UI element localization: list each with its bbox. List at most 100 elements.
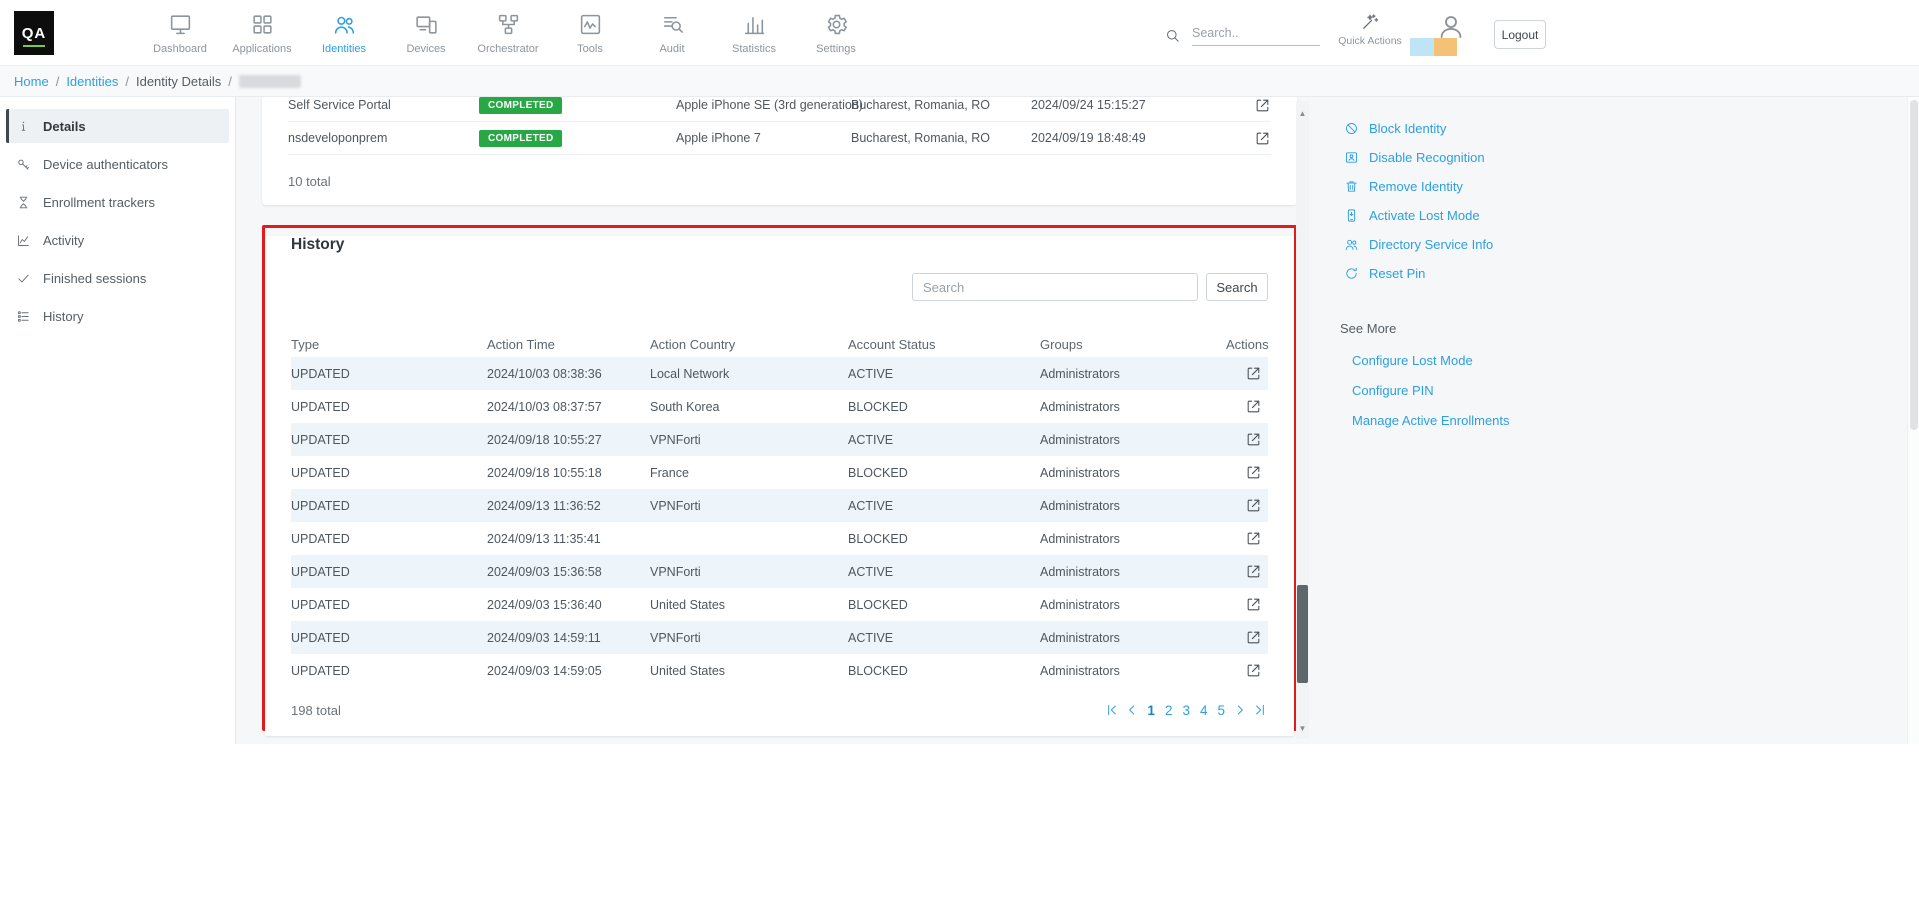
cell-groups: Administrators <box>1040 499 1226 513</box>
link-manage-active-enrollments[interactable]: Manage Active Enrollments <box>1330 405 1907 435</box>
open-detail-icon[interactable] <box>1245 398 1262 415</box>
cell-groups: Administrators <box>1040 466 1226 480</box>
search-icon[interactable] <box>1164 27 1181 44</box>
nav-item-tools[interactable]: Tools <box>549 0 631 66</box>
nav-item-devices[interactable]: Devices <box>385 0 467 66</box>
nav-item-applications[interactable]: Applications <box>221 0 303 66</box>
action-disable-recognition[interactable]: Disable Recognition <box>1330 143 1907 172</box>
sessions-total: 10 total <box>288 174 1297 189</box>
history-column-actions: Actions <box>1226 337 1277 352</box>
sidebar-item-activity[interactable]: Activity <box>6 223 229 257</box>
pagination-prev-icon[interactable] <box>1124 702 1140 718</box>
theme-color-indicator <box>1410 38 1457 56</box>
action-directory-service-info[interactable]: Directory Service Info <box>1330 230 1907 259</box>
left-sidebar: Details Device authenticators Enrollment… <box>0 97 236 744</box>
page-scrollbar[interactable] <box>1907 66 1919 744</box>
action-label: Activate Lost Mode <box>1369 208 1480 223</box>
cell-groups: Administrators <box>1040 664 1226 678</box>
breadcrumb: Home/Identities/Identity Details/ <box>0 66 1919 97</box>
breadcrumb-separator: / <box>125 74 129 89</box>
pagination-first-icon[interactable] <box>1104 702 1120 718</box>
indicator-orange-block <box>1434 38 1458 56</box>
cell-groups: Administrators <box>1040 565 1226 579</box>
nav-item-identities[interactable]: Identities <box>303 0 385 66</box>
scroll-down-icon[interactable]: ▼ <box>1296 724 1309 733</box>
cell-action-country: VPNForti <box>650 565 848 579</box>
audit-icon <box>660 12 685 37</box>
action-block-identity[interactable]: Block Identity <box>1330 114 1907 143</box>
sidebar-item-history[interactable]: History <box>6 299 229 333</box>
open-detail-icon[interactable] <box>1245 497 1262 514</box>
session-time: 2024/09/24 15:15:27 <box>1031 98 1231 112</box>
pagination-next-icon[interactable] <box>1232 702 1248 718</box>
history-search-button[interactable]: Search <box>1206 273 1268 301</box>
see-more-label: See More <box>1340 321 1907 336</box>
pagination-page-1[interactable]: 1 <box>1147 703 1155 718</box>
refresh-icon <box>1344 266 1359 281</box>
session-device: Apple iPhone SE (3rd generation) <box>676 98 851 112</box>
sidebar-item-details[interactable]: Details <box>6 109 229 143</box>
cell-groups: Administrators <box>1040 532 1226 546</box>
sidebar-item-finished-sessions[interactable]: Finished sessions <box>6 261 229 295</box>
cell-account-status: ACTIVE <box>848 565 1040 579</box>
open-detail-icon[interactable] <box>1245 464 1262 481</box>
top-nav: Dashboard Applications Identities Device… <box>139 0 877 66</box>
cell-type: UPDATED <box>291 466 487 480</box>
phone-icon <box>1344 208 1359 223</box>
open-detail-icon[interactable] <box>1254 130 1271 147</box>
open-detail-icon[interactable] <box>1245 596 1262 613</box>
history-search-input[interactable] <box>912 273 1198 301</box>
main-scrollbar[interactable]: ▲ ▼ <box>1296 101 1309 739</box>
sidebar-item-label: Details <box>43 119 86 134</box>
open-detail-icon[interactable] <box>1245 365 1262 382</box>
open-detail-icon[interactable] <box>1245 629 1262 646</box>
nav-item-orchestrator[interactable]: Orchestrator <box>467 0 549 66</box>
pagination-page-2[interactable]: 2 <box>1165 703 1173 718</box>
annotation-rectangle: History Search TypeAction TimeAction Cou… <box>262 225 1297 731</box>
pagination-last-icon[interactable] <box>1252 702 1268 718</box>
link-configure-lost-mode[interactable]: Configure Lost Mode <box>1330 345 1907 375</box>
pagination-page-4[interactable]: 4 <box>1200 703 1208 718</box>
scrollbar-thumb[interactable] <box>1297 585 1308 683</box>
sidebar-item-enrollment-trackers[interactable]: Enrollment trackers <box>6 185 229 219</box>
nav-label: Tools <box>577 43 603 55</box>
cell-groups: Administrators <box>1040 400 1226 414</box>
cell-action-time: 2024/09/13 11:35:41 <box>487 532 650 546</box>
app-logo[interactable]: QA <box>14 11 54 55</box>
quick-actions-button[interactable]: Quick Actions <box>1336 10 1404 47</box>
nav-item-settings[interactable]: Settings <box>795 0 877 66</box>
open-detail-icon[interactable] <box>1245 431 1262 448</box>
scroll-up-icon[interactable]: ▲ <box>1296 109 1309 118</box>
history-column-action-country: Action Country <box>650 337 848 352</box>
link-configure-pin[interactable]: Configure PIN <box>1330 375 1907 405</box>
action-reset-pin[interactable]: Reset Pin <box>1330 259 1907 288</box>
nav-item-audit[interactable]: Audit <box>631 0 713 66</box>
open-detail-icon[interactable] <box>1245 563 1262 580</box>
sessions-card: Self Service Portal COMPLETED Apple iPho… <box>262 97 1297 205</box>
cell-action-time: 2024/09/13 11:36:52 <box>487 499 650 513</box>
action-remove-identity[interactable]: Remove Identity <box>1330 172 1907 201</box>
page-scrollbar-thumb[interactable] <box>1910 100 1918 430</box>
breadcrumb-home[interactable]: Home <box>14 74 49 89</box>
open-detail-icon[interactable] <box>1245 662 1262 679</box>
sidebar-item-device-authenticators[interactable]: Device authenticators <box>6 147 229 181</box>
pagination-page-3[interactable]: 3 <box>1182 703 1190 718</box>
action-activate-lost-mode[interactable]: Activate Lost Mode <box>1330 201 1907 230</box>
global-search-input[interactable] <box>1192 20 1320 46</box>
badge-icon <box>1344 150 1359 165</box>
cell-action-country: United States <box>650 598 848 612</box>
breadcrumb-identities[interactable]: Identities <box>66 74 118 89</box>
devices-icon <box>414 12 439 37</box>
open-detail-icon[interactable] <box>1254 97 1271 114</box>
cell-action-country: VPNForti <box>650 631 848 645</box>
identities-icon <box>332 12 357 37</box>
action-label: Reset Pin <box>1369 266 1425 281</box>
open-detail-icon[interactable] <box>1245 530 1262 547</box>
nav-item-dashboard[interactable]: Dashboard <box>139 0 221 66</box>
history-table-header: TypeAction TimeAction CountryAccount Sta… <box>291 331 1268 357</box>
nav-item-statistics[interactable]: Statistics <box>713 0 795 66</box>
pagination-page-5[interactable]: 5 <box>1217 703 1225 718</box>
logout-button[interactable]: Logout <box>1494 20 1546 49</box>
identity-actions-panel: Block Identity Disable Recognition Remov… <box>1330 97 1907 744</box>
cell-action-country: South Korea <box>650 400 848 414</box>
